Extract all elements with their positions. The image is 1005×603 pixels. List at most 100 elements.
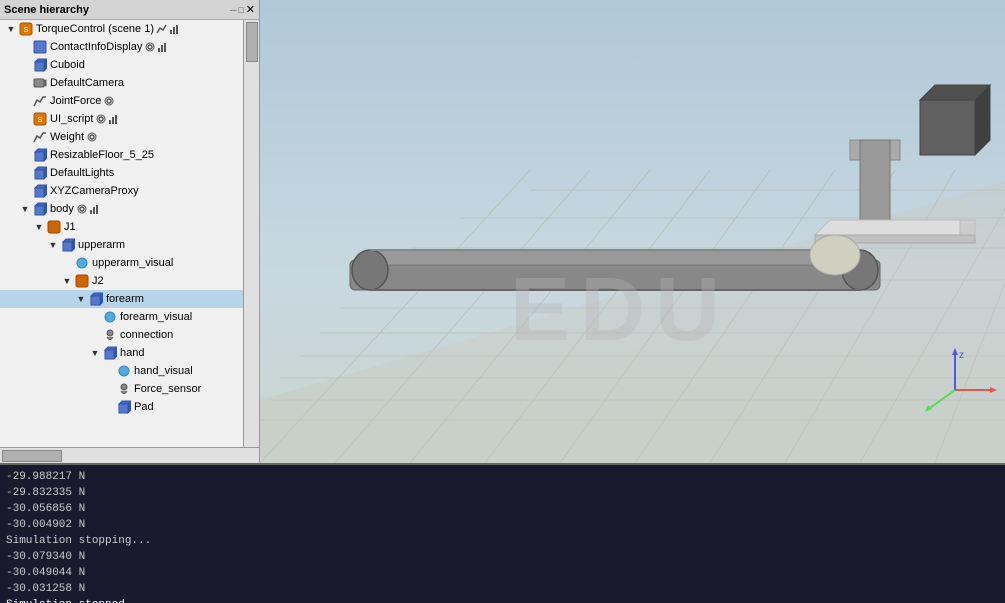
console-line-3: -30.056856 N xyxy=(6,501,999,517)
graph-icon xyxy=(156,23,168,35)
uiscript-icon: S xyxy=(32,111,48,127)
tree-item-upperarm-visual[interactable]: upperarm_visual xyxy=(0,254,243,272)
console-panel: -29.988217 N -29.832335 N -30.056856 N -… xyxy=(0,463,1005,603)
tree-item-weight[interactable]: Weight xyxy=(0,128,243,146)
gear2-icon xyxy=(103,95,115,107)
svg-text:S: S xyxy=(24,27,29,34)
j1-label: J1 xyxy=(64,221,76,233)
gear5-icon xyxy=(76,203,88,215)
floor-icon xyxy=(32,147,48,163)
jointforce-label: JointForce xyxy=(50,95,101,107)
expand-hand-icon[interactable]: ▼ xyxy=(88,346,102,360)
sidebar-scrollbar[interactable] xyxy=(243,20,259,447)
contact-label: ContactInfoDisplay xyxy=(50,41,142,53)
torque-actions xyxy=(156,23,181,35)
console-line-6: -30.079340 N xyxy=(6,549,999,565)
pad-label: Pad xyxy=(134,401,154,413)
tree-item-camera[interactable]: DefaultCamera xyxy=(0,74,243,92)
sidebar-scroll-area: ▼ S TorqueControl (scene 1) xyxy=(0,20,259,447)
lights-label: DefaultLights xyxy=(50,167,114,179)
bars3-icon xyxy=(108,113,120,125)
3d-viewport[interactable]: z EDU xyxy=(260,0,1005,463)
console-line-7: -30.049044 N xyxy=(6,565,999,581)
expand-hv-icon xyxy=(102,364,116,378)
tree-item-cuboid[interactable]: Cuboid xyxy=(0,56,243,74)
scene-svg: z EDU xyxy=(260,0,1005,463)
expand-body-icon[interactable]: ▼ xyxy=(18,202,32,216)
ui-actions xyxy=(95,113,120,125)
tree-item-uiscript[interactable]: S UI_script xyxy=(0,110,243,128)
expand-forearm-icon[interactable]: ▼ xyxy=(74,292,88,306)
forearm-icon xyxy=(88,291,104,307)
main-container: Scene hierarchy ─ □ ✕ ▼ S TorqueCo xyxy=(0,0,1005,603)
scene-hierarchy-panel: Scene hierarchy ─ □ ✕ ▼ S TorqueCo xyxy=(0,0,260,463)
tree-item-j1[interactable]: ▼ J1 xyxy=(0,218,243,236)
connection-label: connection xyxy=(120,329,173,341)
upperarm-visual-icon xyxy=(74,255,90,271)
expand-j1-icon[interactable]: ▼ xyxy=(32,220,46,234)
expand-w-icon xyxy=(18,130,32,144)
force-sensor-icon xyxy=(116,381,132,397)
tree-item-upperarm[interactable]: ▼ upperarm xyxy=(0,236,243,254)
contact-icon xyxy=(32,39,48,55)
scrollbar-thumb[interactable] xyxy=(246,22,258,62)
tree-item-hand-visual[interactable]: hand_visual xyxy=(0,362,243,380)
tree-item-force-sensor[interactable]: Force_sensor xyxy=(0,380,243,398)
minimize-icon[interactable]: ─ xyxy=(230,5,236,15)
tree-item-pad[interactable]: Pad xyxy=(0,398,243,416)
console-line-8: -30.031258 N xyxy=(6,581,999,597)
weight-icon xyxy=(32,129,48,145)
sidebar-h-thumb[interactable] xyxy=(2,450,62,462)
bars-icon xyxy=(169,23,181,35)
svg-text:S: S xyxy=(38,117,43,124)
gear3-icon xyxy=(95,113,107,125)
expand-conn-icon xyxy=(88,328,102,342)
sidebar-bottom-scrollbar[interactable] xyxy=(0,447,259,463)
console-line-2: -29.832335 N xyxy=(6,485,999,501)
tree-item-contact[interactable]: ContactInfoDisplay xyxy=(0,38,243,56)
tree-item-xyzproxy[interactable]: XYZCameraProxy xyxy=(0,182,243,200)
maximize-icon[interactable]: □ xyxy=(238,5,243,15)
uiscript-label: UI_script xyxy=(50,113,93,125)
weight-label: Weight xyxy=(50,131,84,143)
tree-item-hand[interactable]: ▼ hand xyxy=(0,344,243,362)
tree-item-connection[interactable]: connection xyxy=(0,326,243,344)
pad-icon xyxy=(116,399,132,415)
j1-icon xyxy=(46,219,62,235)
console-line-1: -29.988217 N xyxy=(6,469,999,485)
tree-item-floor[interactable]: ResizableFloor_5_25 xyxy=(0,146,243,164)
expand-torque-icon[interactable]: ▼ xyxy=(4,22,18,36)
hand-label: hand xyxy=(120,347,144,359)
expand-pad-icon xyxy=(102,400,116,414)
console-line-9: Simulation stopped. xyxy=(6,597,999,603)
expand-fs-icon xyxy=(102,382,116,396)
bars4-icon xyxy=(89,203,101,215)
jf-actions xyxy=(103,95,115,107)
expand-jf-icon xyxy=(18,94,32,108)
tree-item-torque[interactable]: ▼ S TorqueControl (scene 1) xyxy=(0,20,243,38)
tree-item-jointforce[interactable]: JointForce xyxy=(0,92,243,110)
close-button[interactable]: ✕ xyxy=(246,3,255,16)
expand-ua-icon[interactable]: ▼ xyxy=(46,238,60,252)
contact-actions xyxy=(144,41,169,53)
connection-icon xyxy=(102,327,118,343)
xyzproxy-icon xyxy=(32,183,48,199)
expand-xyz-icon xyxy=(18,184,32,198)
tree-item-body[interactable]: ▼ body xyxy=(0,200,243,218)
upperarm-label: upperarm xyxy=(78,239,125,251)
tree-item-forearm[interactable]: ▼ forearm xyxy=(0,290,243,308)
force-sensor-label: Force_sensor xyxy=(134,383,201,395)
expand-floor-icon xyxy=(18,148,32,162)
lights-icon xyxy=(32,165,48,181)
tree-item-j2[interactable]: ▼ J2 xyxy=(0,272,243,290)
tree-item-forearm-visual[interactable]: forearm_visual xyxy=(0,308,243,326)
gear-icon xyxy=(144,41,156,53)
tree-item-lights[interactable]: DefaultLights xyxy=(0,164,243,182)
torque-icon: S xyxy=(18,21,34,37)
console-line-5: Simulation stopping... xyxy=(6,533,999,549)
expand-contact-icon xyxy=(18,40,32,54)
cuboid-label: Cuboid xyxy=(50,59,85,71)
expand-j2-icon[interactable]: ▼ xyxy=(60,274,74,288)
tree-scroll: ▼ S TorqueControl (scene 1) xyxy=(0,20,243,447)
svg-text:z: z xyxy=(959,350,964,361)
